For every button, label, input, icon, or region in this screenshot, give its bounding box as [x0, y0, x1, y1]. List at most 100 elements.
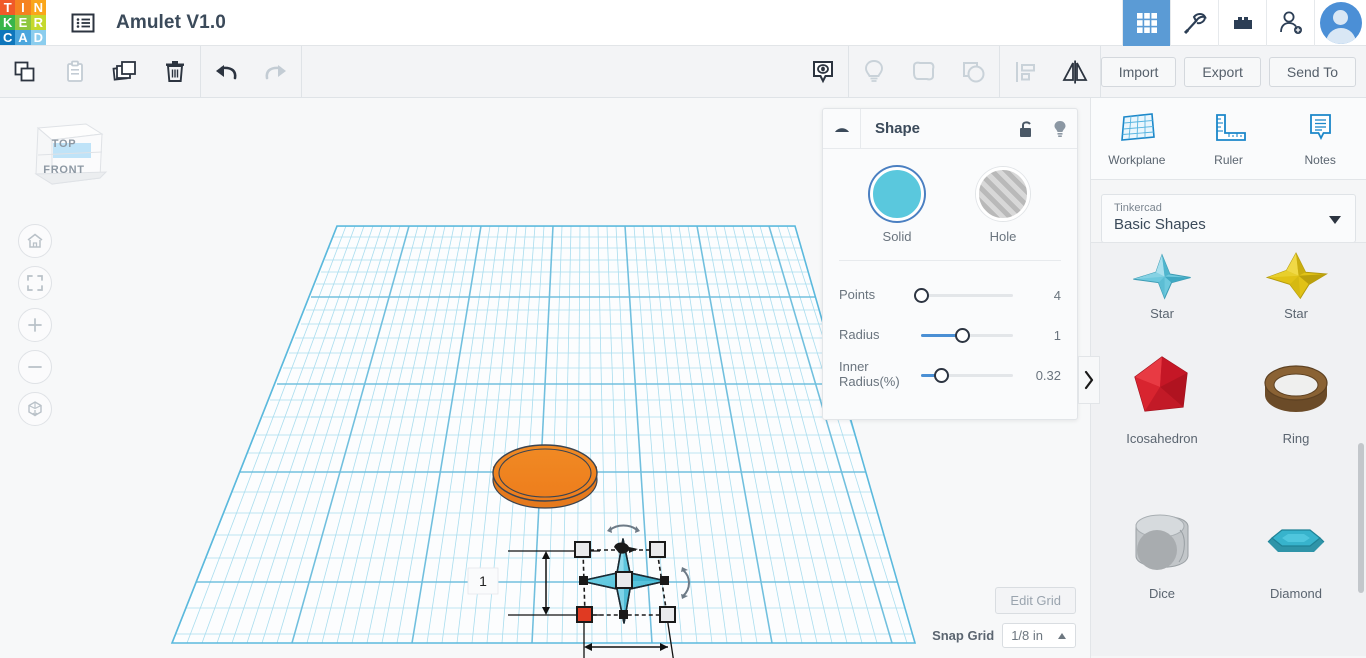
unlocked-padlock-icon[interactable] [1009, 109, 1043, 149]
scale-handle-tl[interactable] [574, 541, 591, 558]
edge-handle-left[interactable] [579, 576, 588, 585]
history-tools-group [201, 46, 301, 98]
export-button[interactable]: Export [1184, 56, 1261, 87]
shape-library-selector[interactable]: Tinkercad Basic Shapes [1101, 194, 1356, 243]
lightbulb-icon[interactable] [849, 46, 899, 98]
orthographic-perspective-icon[interactable] [18, 392, 52, 426]
send-to-button[interactable]: Send To [1268, 56, 1356, 87]
inspector-body: Solid Hole Points 4 Radius 1 Inner Radiu… [823, 149, 1077, 419]
view-cube[interactable]: TOP FRONT [20, 116, 108, 198]
scale-handle-br[interactable] [659, 606, 676, 623]
points-value[interactable]: 4 [1054, 288, 1061, 303]
edge-handle-right[interactable] [660, 576, 669, 585]
mirror-flip-icon[interactable] [1050, 46, 1100, 98]
logo-tile: I [15, 0, 31, 15]
solid-color-swatch[interactable] [870, 167, 924, 221]
duplicate-icon[interactable] [100, 46, 150, 98]
codeblocks-pickaxe-icon[interactable] [1170, 0, 1218, 46]
lightbulb-icon[interactable] [1043, 109, 1077, 149]
top-bar: T I N K E R C A D Amulet V1.0 [0, 0, 1366, 46]
align-icon[interactable] [1000, 46, 1050, 98]
shape-grid: Star Star Icosahedron Ring Dice Diamond [1091, 243, 1366, 629]
shape-item-ring[interactable]: Ring [1229, 321, 1363, 475]
grid-gallery-icon[interactable] [1122, 0, 1170, 46]
inner-radius-slider-track[interactable] [921, 367, 1013, 383]
hamburger-list-icon[interactable] [60, 0, 106, 46]
slider-points: Points 4 [839, 275, 1061, 315]
delete-trash-icon[interactable] [150, 46, 200, 98]
panel-collapse-tab[interactable] [1078, 356, 1100, 404]
chevron-right-icon [1084, 370, 1094, 390]
edit-grid-button[interactable]: Edit Grid [995, 587, 1076, 614]
height-handle-center[interactable] [615, 571, 633, 589]
workplane-watermark: Workplane [188, 646, 402, 658]
snap-grid-select[interactable]: 1/8 in [1002, 623, 1076, 648]
document-title[interactable]: Amulet V1.0 [116, 12, 226, 34]
workplane-tool-label: Workplane [1108, 152, 1166, 167]
workplane-tool[interactable]: Workplane [1091, 98, 1183, 179]
scale-handle-tr[interactable] [649, 541, 666, 558]
ruler-tool[interactable]: Ruler [1183, 98, 1275, 179]
points-slider-track[interactable] [914, 287, 1013, 303]
edit-tools-group [0, 46, 200, 98]
note-eye-icon[interactable] [798, 46, 848, 98]
shape-label: Diamond [1269, 585, 1323, 601]
main-toolbar: Import Export Send To [0, 45, 1366, 98]
library-name: Basic Shapes [1114, 216, 1206, 233]
user-avatar[interactable] [1314, 0, 1366, 46]
snap-grid-value: 1/8 in [1011, 628, 1043, 643]
brick-blocks-icon[interactable] [1218, 0, 1266, 46]
undo-icon[interactable] [201, 46, 251, 98]
zoom-in-icon[interactable] [18, 308, 52, 342]
inner-radius-value[interactable]: 0.32 [1036, 368, 1061, 383]
copy-icon[interactable] [0, 46, 50, 98]
add-person-icon[interactable] [1266, 0, 1314, 46]
edge-handle-bottom[interactable] [619, 610, 628, 619]
home-view-icon[interactable] [18, 224, 52, 258]
tinkercad-logo[interactable]: T I N K E R C A D [0, 0, 46, 46]
logo-tile: T [0, 0, 16, 15]
orange-cylinder-object[interactable] [492, 444, 598, 509]
logo-tile: K [0, 14, 16, 31]
zoom-out-icon[interactable] [18, 350, 52, 384]
points-slider-knob[interactable] [914, 287, 929, 303]
shelf-scrollbar[interactable] [1358, 443, 1364, 593]
shape-item-icosahedron[interactable]: Icosahedron [1095, 321, 1229, 475]
chevron-down-icon [1329, 215, 1341, 224]
shape-item-dice[interactable]: Dice [1095, 475, 1229, 629]
shape-label: Icosahedron [1126, 430, 1198, 446]
shape-label: Ring [1282, 430, 1310, 446]
ungroup-icon[interactable] [949, 46, 999, 98]
shape-inspector-panel: Shape Solid Hole Points 4 Radius 1 Inner… [822, 108, 1078, 420]
icosahedron-thumb [1134, 355, 1188, 412]
avatar-image [1319, 1, 1362, 44]
caret-up-icon[interactable] [823, 108, 861, 149]
scale-handle-bl-active[interactable] [576, 606, 593, 623]
shape-item-diamond[interactable]: Diamond [1229, 475, 1363, 629]
snap-grid-row: Snap Grid 1/8 in [932, 623, 1076, 648]
redo-icon[interactable] [251, 46, 301, 98]
shape-item-star-yellow[interactable]: Star [1229, 243, 1363, 321]
hole-pattern-swatch[interactable] [976, 167, 1030, 221]
notes-tool[interactable]: Notes [1274, 98, 1366, 179]
paste-icon[interactable] [50, 46, 100, 98]
inspector-header: Shape [823, 108, 1077, 149]
radius-slider-knob[interactable] [955, 327, 971, 343]
hole-mode-option[interactable]: Hole [976, 167, 1030, 244]
group-icon[interactable] [899, 46, 949, 98]
radius-value[interactable]: 1 [1054, 328, 1061, 343]
shape-item-star-teal[interactable]: Star [1095, 243, 1229, 321]
radius-slider-track[interactable] [921, 327, 1013, 343]
inner-radius-slider-knob[interactable] [934, 367, 950, 383]
import-button[interactable]: Import [1100, 56, 1177, 87]
dimension-label-depth[interactable]: 1 [467, 567, 499, 595]
shape-label: Star [1284, 306, 1308, 321]
solid-mode-option[interactable]: Solid [870, 167, 924, 244]
fit-to-view-icon[interactable] [18, 266, 52, 300]
shape-shelf[interactable]: Star Star Icosahedron Ring Dice Diamond [1091, 242, 1366, 656]
snap-grid-label: Snap Grid [932, 628, 995, 643]
tinkercad-app: T I N K E R C A D Amulet V1.0 Import Exp… [0, 0, 1366, 658]
notes-tool-label: Notes [1304, 152, 1336, 167]
logo-tile: N [30, 0, 46, 15]
view-cube-front-label: FRONT [43, 164, 85, 176]
